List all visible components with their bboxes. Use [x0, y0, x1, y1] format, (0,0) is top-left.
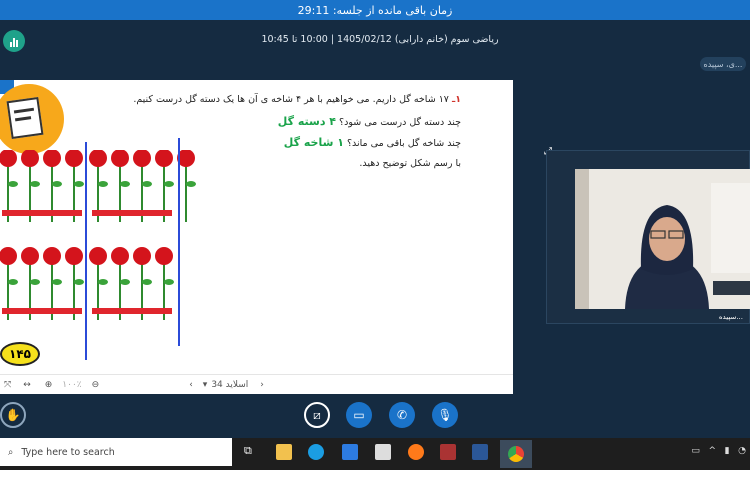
prev-slide-icon[interactable]: ‹ — [189, 380, 193, 390]
exercise-book-icon — [0, 84, 64, 154]
phone-button[interactable]: ✆ — [389, 402, 415, 428]
search-placeholder: Type here to search — [21, 446, 115, 458]
rose-head — [111, 150, 129, 167]
group-divider-line — [178, 138, 180, 346]
firefox-icon[interactable] — [408, 444, 424, 460]
search-icon: ⌕ — [8, 446, 14, 458]
hand-icon: ✋ — [5, 408, 21, 422]
rose-head — [21, 150, 39, 167]
camera-button[interactable]: ▭ — [346, 402, 372, 428]
rose-head — [155, 247, 173, 265]
chrome-icon — [508, 446, 524, 462]
microphone-button[interactable]: 🎙 — [432, 402, 458, 428]
zoom-in-icon[interactable]: ⊕ — [45, 380, 53, 390]
answer-bouquets: ۴ دسته گل — [277, 115, 337, 128]
rose-head — [89, 150, 107, 167]
rose-head — [111, 247, 129, 265]
presenter-image — [575, 169, 750, 309]
mail-icon[interactable] — [375, 444, 391, 460]
webcam-feed — [575, 169, 750, 309]
hand-raise-button[interactable]: ✋ — [0, 402, 26, 428]
fit-width-icon[interactable]: ↔ — [23, 380, 31, 390]
flower-leaf — [52, 279, 62, 285]
flower-leaf — [74, 279, 84, 285]
rose-head — [65, 150, 83, 167]
rose-head — [155, 150, 173, 167]
flower-leaf — [186, 181, 196, 187]
ribbon-bow — [2, 308, 82, 314]
rose-head — [43, 247, 61, 265]
rose-head — [65, 247, 83, 265]
video-participant-name: ...سپیده — [718, 313, 743, 321]
zoom-out-icon[interactable]: ⊖ — [92, 380, 100, 390]
session-timer-bar: زمان باقی مانده از جلسه: 29:11 — [0, 0, 750, 20]
meeting-header: ریاضی سوم (خانم دارابی) 1405/02/12 | 10:… — [0, 20, 750, 60]
rose-head — [21, 247, 39, 265]
flower-leaf — [120, 279, 130, 285]
rose-head — [133, 150, 151, 167]
flower-leaf — [8, 181, 18, 187]
timer-text: زمان باقی مانده از جلسه: 29:11 — [297, 3, 453, 17]
slide-dropdown-icon[interactable]: ▾ — [203, 380, 208, 390]
edge-browser-icon[interactable] — [308, 444, 324, 460]
file-explorer-icon[interactable] — [276, 444, 292, 460]
flower-leaf — [30, 181, 40, 187]
system-tray[interactable]: ▭ ^ ▮ ◔ — [691, 446, 746, 456]
flower-leaf — [30, 279, 40, 285]
group-divider-line — [85, 142, 87, 360]
flower-leaf — [98, 181, 108, 187]
rose-head — [0, 247, 17, 265]
flower-leaf — [164, 279, 174, 285]
flower-leaf — [98, 279, 108, 285]
screen-share-off-button[interactable]: ⧄ — [304, 402, 330, 428]
app-logo-icon — [3, 30, 25, 52]
flower-leaf — [164, 181, 174, 187]
rose-head — [43, 150, 61, 167]
bottom-strip — [0, 470, 750, 480]
presentation-slide: ۱ـ ۱۷ شاخه گل داریم. می خواهیم با هر ۴ ش… — [0, 80, 513, 394]
zoom-level: ۱۰۰٪ — [62, 379, 82, 390]
screen-share-off-icon: ⧄ — [313, 407, 321, 422]
question-line-2: چند دسته گل درست می شود؟ ۴ دسته گل — [277, 115, 461, 128]
rose-head — [89, 247, 107, 265]
slide-label: اسلاید 34 — [211, 379, 249, 390]
flower-leaf — [142, 279, 152, 285]
flower-leaf — [52, 181, 62, 187]
question-line-1: ۱ـ ۱۷ شاخه گل داریم. می خواهیم با هر ۴ ش… — [133, 94, 461, 105]
ribbon-bow — [92, 308, 172, 314]
question-line-4: با رسم شکل توضیح دهید. — [359, 158, 461, 169]
chrome-active-tab[interactable] — [500, 440, 532, 468]
camera-icon: ▭ — [353, 408, 365, 422]
flower-leaf — [74, 181, 84, 187]
flower-leaf — [142, 181, 152, 187]
fullscreen-icon[interactable]: ⤧ — [4, 380, 11, 390]
page-number-badge: ۱۴۵ — [0, 342, 40, 366]
flower-leaf — [120, 181, 130, 187]
flower-leaf — [8, 279, 18, 285]
rose-head — [133, 247, 151, 265]
app-icon[interactable] — [440, 444, 456, 460]
question-line-3: چند شاخه گل باقی می ماند؟ ۱ شاخه گل — [283, 136, 461, 149]
answer-remaining: ۱ شاخه گل — [283, 136, 344, 149]
microphone-icon: 🎙 — [437, 408, 453, 422]
participant-chip[interactable]: ...ی، سپیده — [700, 57, 746, 71]
slide-toolbar: ⤧ ↔ ⊕ ۱۰۰٪ ⊖ ‹ ▾ اسلاید 34 › — [0, 374, 513, 394]
meeting-app: ریاضی سوم (خانم دارابی) 1405/02/12 | 10:… — [0, 20, 750, 438]
phone-icon: ✆ — [396, 408, 408, 422]
session-info: ریاضی سوم (خانم دارابی) 1405/02/12 | 10:… — [261, 34, 499, 45]
ribbon-bow — [92, 210, 172, 216]
webcam-tile: ...سپیده — [546, 150, 750, 324]
windows-taskbar: ⌕ Type here to search ⧉ ▭ ^ ▮ ◔ — [0, 438, 750, 470]
task-view-icon[interactable]: ⧉ — [244, 444, 260, 460]
rose-head — [0, 150, 17, 167]
taskbar-search[interactable]: ⌕ Type here to search — [0, 438, 232, 466]
word-icon[interactable] — [472, 444, 488, 460]
next-slide-icon[interactable]: › — [260, 380, 264, 390]
ribbon-bow — [2, 210, 82, 216]
store-icon[interactable] — [342, 444, 358, 460]
